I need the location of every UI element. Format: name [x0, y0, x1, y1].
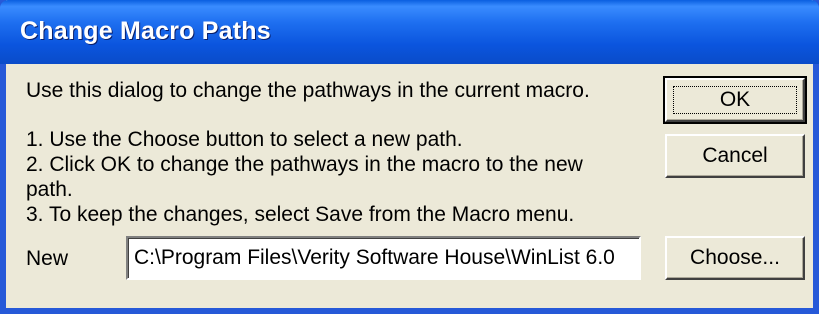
instruction-step-2-continued: path. — [26, 178, 73, 201]
ok-button[interactable]: OK — [663, 76, 807, 124]
instruction-step-3: 3. To keep the changes, select Save from… — [26, 203, 575, 226]
choose-button-label: Choose... — [690, 246, 780, 269]
title-bar[interactable]: Change Macro Paths — [0, 0, 819, 64]
instruction-step-1: 1. Use the Choose button to select a new… — [26, 128, 463, 151]
new-path-label: New — [26, 247, 69, 270]
choose-button[interactable]: Choose... — [665, 236, 805, 280]
cancel-button-label: Cancel — [702, 144, 768, 167]
new-path-input[interactable]: C:\Program Files\Verity Software House\W… — [126, 236, 641, 280]
ok-button-label: OK — [719, 88, 751, 111]
window-title: Change Macro Paths — [20, 17, 271, 45]
cancel-button[interactable]: Cancel — [665, 134, 805, 178]
intro-text: Use this dialog to change the pathways i… — [26, 79, 590, 102]
change-macro-paths-dialog: Change Macro Paths Use this dialog to ch… — [0, 0, 819, 314]
instruction-step-2: 2. Click OK to change the pathways in th… — [26, 153, 583, 176]
